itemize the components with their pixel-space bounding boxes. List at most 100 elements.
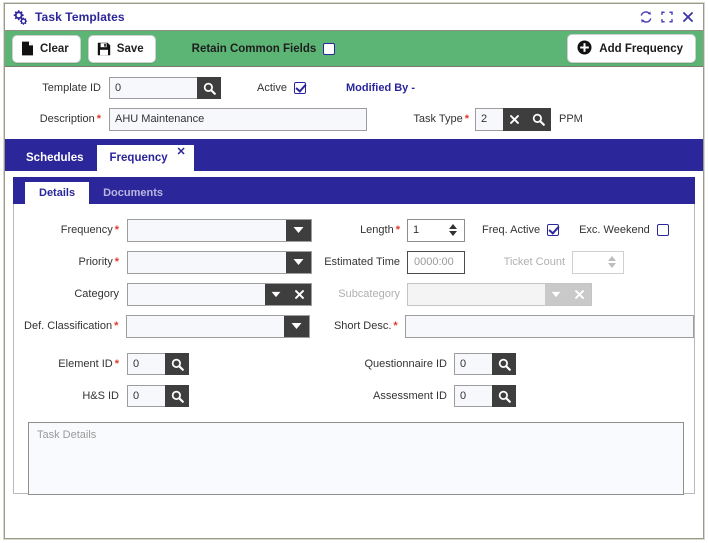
category-dropdown-arrow-icon[interactable] — [265, 283, 287, 305]
ticket-count-spinner-arrows-icon — [608, 255, 617, 269]
subcategory-label: Subcategory — [338, 288, 400, 300]
exc-weekend-checkbox[interactable] — [656, 224, 669, 236]
assessment-id-field-group — [454, 385, 516, 407]
task-templates-window: Task Templates Clear Save Retain Common … — [4, 3, 704, 539]
priority-estimated-row: Priority * Estimated Time 0000:00 Ticket … — [14, 250, 694, 274]
frequency-select[interactable] — [127, 218, 312, 242]
element-questionnaire-row: Element ID* Questionnaire ID — [14, 352, 694, 376]
main-toolbar: Clear Save Retain Common Fields Add Freq… — [5, 31, 703, 67]
document-icon — [21, 41, 34, 56]
classification-shortdesc-row: Def. Classification * Short Desc. * — [14, 314, 694, 338]
estimated-time-field[interactable]: 0000:00 — [407, 250, 465, 274]
maximize-icon[interactable] — [660, 10, 674, 24]
description-input[interactable] — [109, 107, 367, 131]
hs-id-input[interactable] — [127, 385, 165, 407]
length-value: 1 — [413, 224, 420, 236]
add-frequency-button[interactable]: Add Frequency — [567, 34, 696, 63]
template-id-search-button[interactable] — [197, 77, 221, 99]
task-type-suffix: PPM — [559, 113, 583, 125]
short-desc-label: Short Desc. * — [310, 320, 398, 332]
questionnaire-id-search-button[interactable] — [492, 353, 516, 375]
save-button-label: Save — [116, 42, 144, 55]
active-group: Active — [257, 82, 306, 94]
clear-button[interactable]: Clear — [12, 34, 81, 63]
retain-common-fields-checkbox[interactable] — [323, 42, 336, 55]
task-type-input[interactable] — [475, 107, 503, 131]
def-classification-label: Def. Classification * — [14, 320, 118, 332]
inner-tab-bar: Details Documents — [13, 177, 695, 204]
template-id-row: Template ID Active Modified By - — [5, 76, 703, 100]
task-details-textarea[interactable] — [28, 422, 684, 495]
tab-details[interactable]: Details — [25, 182, 90, 204]
element-id-required-asterisk: * — [114, 358, 119, 370]
save-button[interactable]: Save — [87, 34, 156, 63]
task-type-label: Task Type * — [389, 113, 469, 125]
window-title-bar: Task Templates — [5, 4, 703, 31]
modified-by-text: Modified By - — [345, 82, 416, 94]
task-type-clear-button[interactable] — [503, 107, 526, 131]
estimated-time-label: Estimated Time — [324, 256, 400, 268]
window-controls — [639, 10, 695, 24]
description-label: Description * — [5, 113, 101, 125]
subcategory-dropdown-arrow-icon — [545, 283, 567, 305]
tab-documents[interactable]: Documents — [89, 182, 177, 204]
tab-frequency[interactable]: Frequency ✕ — [96, 145, 194, 171]
def-classification-required-asterisk: * — [114, 320, 119, 332]
questionnaire-id-label: Questionnaire ID — [364, 358, 447, 370]
frequency-panel-wrapper: Details Documents Frequency * Length * 1… — [5, 171, 703, 495]
task-type-field-group — [475, 107, 551, 131]
priority-label-text: Priority — [78, 256, 113, 268]
subcategory-select — [407, 282, 592, 306]
active-label: Active — [257, 82, 287, 94]
assessment-id-search-button[interactable] — [492, 385, 516, 407]
tab-details-label: Details — [39, 187, 76, 199]
frequency-dropdown-arrow-icon[interactable] — [286, 219, 311, 241]
length-label-text: Length — [360, 224, 394, 236]
assessment-id-label: Assessment ID — [373, 390, 447, 402]
window-title: Task Templates — [35, 10, 125, 24]
category-clear-icon[interactable] — [287, 283, 311, 305]
length-stepper[interactable]: 1 — [407, 218, 465, 242]
priority-dropdown-arrow-icon[interactable] — [286, 251, 311, 273]
tab-documents-label: Documents — [103, 187, 163, 199]
category-select[interactable] — [127, 282, 312, 306]
assessment-id-input[interactable] — [454, 385, 492, 407]
element-id-search-button[interactable] — [165, 353, 189, 375]
category-label: Category — [74, 288, 119, 300]
tab-frequency-close-icon[interactable]: ✕ — [176, 147, 185, 158]
freq-active-label: Freq. Active — [482, 224, 541, 236]
frequency-panel: Details Documents Frequency * Length * 1… — [13, 177, 695, 495]
def-classification-select[interactable] — [126, 314, 311, 338]
length-label: Length * — [338, 224, 400, 236]
length-spinner-arrows-icon[interactable] — [449, 223, 458, 237]
short-desc-input[interactable] — [404, 314, 694, 338]
element-id-label-text: Element ID — [58, 358, 113, 370]
freq-active-group: Freq. Active — [482, 224, 560, 236]
description-label-text: Description — [39, 113, 95, 125]
active-checkbox[interactable] — [293, 82, 306, 94]
header-form: Template ID Active Modified By - Descrip… — [5, 67, 703, 139]
exc-weekend-group: Exc. Weekend — [579, 224, 669, 236]
tab-schedules-label: Schedules — [26, 152, 84, 164]
plus-circle-icon — [577, 40, 592, 58]
exc-weekend-label: Exc. Weekend — [579, 224, 650, 236]
hs-id-field-group — [127, 385, 189, 407]
gears-icon — [12, 9, 28, 25]
questionnaire-id-input[interactable] — [454, 353, 492, 375]
element-id-input[interactable] — [127, 353, 165, 375]
refresh-icon[interactable] — [639, 10, 653, 24]
task-type-required-asterisk: * — [464, 113, 469, 125]
title-left-group: Task Templates — [12, 9, 125, 25]
ticket-count-label: Ticket Count — [503, 256, 565, 268]
freq-active-checkbox[interactable] — [547, 224, 560, 236]
tab-schedules[interactable]: Schedules — [13, 145, 97, 171]
template-id-input[interactable] — [109, 77, 197, 99]
def-classification-dropdown-arrow-icon[interactable] — [284, 315, 310, 337]
close-icon[interactable] — [681, 10, 695, 24]
priority-select[interactable] — [127, 250, 312, 274]
hs-id-search-button[interactable] — [165, 385, 189, 407]
def-classification-label-text: Def. Classification — [24, 320, 113, 332]
subcategory-clear-icon — [567, 283, 591, 305]
element-id-label: Element ID * — [14, 358, 119, 370]
task-type-search-button[interactable] — [526, 107, 551, 131]
